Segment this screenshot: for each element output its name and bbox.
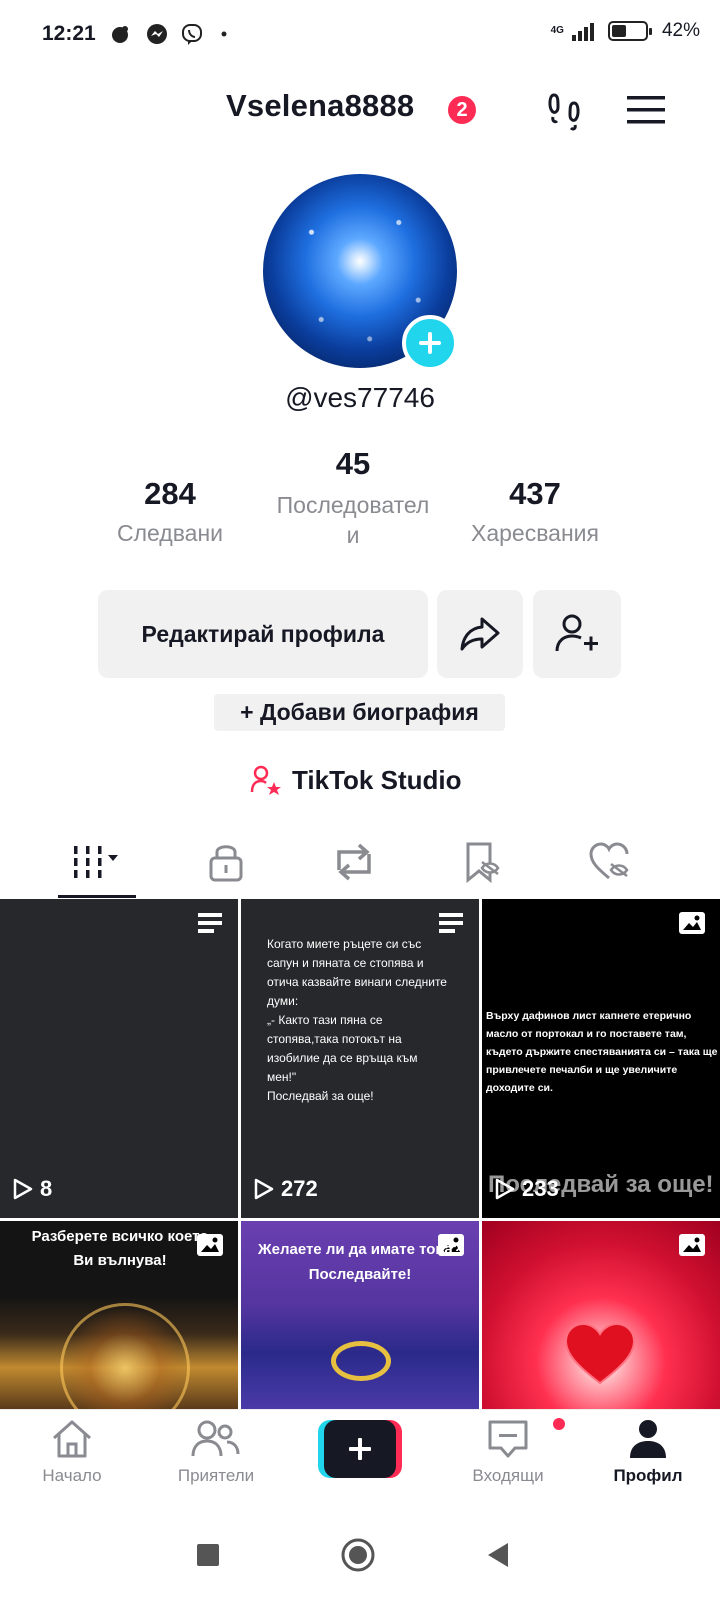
- inbox-notification-dot: [551, 1416, 567, 1432]
- profile-handle: @ves77746: [285, 382, 435, 413]
- photo-icon: [679, 912, 705, 934]
- followers-count: 45: [335, 446, 371, 481]
- inbox-icon: [488, 1420, 528, 1458]
- text-post-icon: [198, 913, 222, 933]
- edit-profile-button[interactable]: Редактирай профила: [98, 590, 428, 678]
- recents-icon[interactable]: [196, 1543, 220, 1567]
- studio-label: TikTok Studio: [292, 764, 462, 795]
- footprints-icon: [548, 93, 580, 131]
- nav-profile-label: Профил: [613, 1466, 683, 1485]
- footprints-button[interactable]: [542, 86, 590, 134]
- video-tile[interactable]: Когато миете ръцете си със сапун и пянат…: [241, 899, 479, 1218]
- tile-image: [331, 1341, 391, 1381]
- share-icon: [460, 617, 500, 651]
- followers-label-line2: и: [346, 522, 360, 548]
- lock-icon: [209, 845, 243, 882]
- liked-icon: [589, 842, 629, 880]
- page-title[interactable]: Vselena8888: [226, 88, 414, 124]
- menu-icon: [627, 96, 665, 124]
- following-stat[interactable]: 284 Следвани: [110, 476, 230, 548]
- followers-label-line1: Последовател: [276, 492, 430, 518]
- view-count: 272: [253, 1176, 318, 1202]
- following-count: 284: [144, 476, 196, 511]
- tab-saved[interactable]: [434, 826, 530, 898]
- video-tile[interactable]: Разберете всичко което Ви вълнува!: [0, 1221, 238, 1409]
- friends-icon: [191, 1420, 240, 1457]
- tab-liked[interactable]: [562, 826, 658, 898]
- nav-profile[interactable]: Профил: [588, 1418, 708, 1508]
- nav-home-label: Начало: [42, 1466, 102, 1485]
- play-icon: [254, 1178, 274, 1200]
- battery-percent: 42%: [661, 20, 700, 41]
- video-grid: 8 Когато миете ръцете си със сапун и пян…: [0, 899, 720, 1409]
- create-button[interactable]: [318, 1420, 402, 1478]
- tile-caption: Разберете всичко което Ви вълнува!: [31, 1228, 209, 1269]
- view-count: 8: [12, 1176, 52, 1202]
- saved-icon: [466, 842, 500, 884]
- likes-label: Харесвания: [471, 520, 599, 546]
- viber-icon: [182, 24, 202, 45]
- nav-inbox[interactable]: Входящи: [448, 1416, 568, 1508]
- messenger-icon: [147, 24, 167, 44]
- nav-friends-label: Приятели: [177, 1466, 255, 1485]
- view-count: 233: [494, 1176, 559, 1202]
- heart-image: [564, 1322, 636, 1385]
- battery-icon: [607, 21, 652, 41]
- tile-image: [60, 1303, 190, 1409]
- plus-icon: [419, 332, 441, 354]
- signal-icon: [571, 23, 594, 41]
- play-icon: [13, 1178, 33, 1200]
- profile-header: Vselena8888 2: [0, 80, 720, 140]
- video-tile[interactable]: Върху дафинов лист капнете етерично масл…: [482, 899, 720, 1218]
- nav-inbox-label: Входящи: [472, 1466, 544, 1485]
- nav-friends[interactable]: Приятели: [156, 1418, 276, 1508]
- system-nav-bar: [0, 1509, 720, 1600]
- add-bio-button[interactable]: + Добави биография: [214, 694, 505, 731]
- status-bar: 12:21 4G 42%: [0, 0, 720, 70]
- tile-caption: Когато миете ръцете си със сапун и пянат…: [267, 937, 447, 1103]
- plus-icon: [349, 1438, 371, 1460]
- following-label: Следвани: [116, 520, 224, 546]
- video-tile[interactable]: [482, 1221, 720, 1409]
- add-friend-button[interactable]: [533, 590, 621, 678]
- add-user-icon: [555, 614, 598, 652]
- followers-stat[interactable]: 45 Последовател и: [262, 446, 444, 550]
- dot-icon: [221, 31, 227, 37]
- video-tile[interactable]: 8: [0, 899, 238, 1218]
- add-avatar-button[interactable]: [402, 315, 458, 371]
- studio-icon: [250, 765, 281, 795]
- menu-button[interactable]: [622, 86, 670, 134]
- likes-count: 437: [509, 476, 561, 511]
- text-post-icon: [439, 913, 463, 933]
- tab-reposts[interactable]: [306, 826, 402, 898]
- active-tab-indicator: [58, 895, 136, 898]
- profile-tabs: [0, 826, 720, 898]
- play-icon: [495, 1178, 515, 1200]
- tile-caption: Върху дафинов лист капнете етерично масл…: [486, 1010, 718, 1094]
- photo-icon: [679, 1234, 705, 1256]
- tiktok-studio-link[interactable]: TikTok Studio: [250, 764, 461, 796]
- status-time: 12:21: [42, 22, 96, 45]
- home-icon: [53, 1420, 91, 1458]
- notification-badge: 2: [446, 94, 478, 126]
- bottom-nav: Начало Приятели Входящи Профил: [0, 1409, 720, 1509]
- nav-home[interactable]: Начало: [12, 1418, 132, 1508]
- video-tile[interactable]: Желаете ли да имате това? Последвайте!: [241, 1221, 479, 1409]
- home-circle-icon[interactable]: [340, 1537, 376, 1573]
- network-type: 4G: [550, 25, 564, 36]
- profile-icon: [630, 1420, 666, 1458]
- likes-stat[interactable]: 437 Харесвания: [462, 476, 608, 548]
- notification-icon: [112, 26, 128, 43]
- tab-private[interactable]: [178, 826, 274, 898]
- share-profile-button[interactable]: [437, 590, 523, 678]
- tab-videos[interactable]: [50, 826, 146, 898]
- back-icon[interactable]: [486, 1541, 510, 1569]
- repost-icon: [337, 843, 371, 881]
- tile-caption: Желаете ли да имате това? Последвайте!: [258, 1241, 462, 1283]
- videos-grid-icon: [74, 846, 118, 878]
